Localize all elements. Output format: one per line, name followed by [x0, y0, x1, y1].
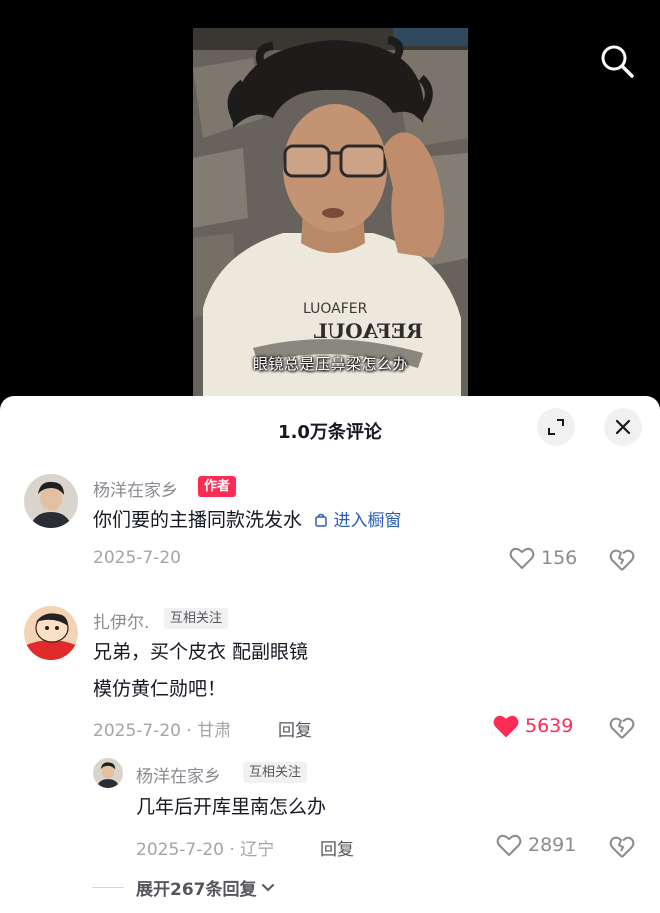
reply-button[interactable]: 回复	[320, 835, 354, 860]
expand-replies-button[interactable]: 展开267条回复	[92, 875, 275, 900]
close-icon	[615, 419, 631, 435]
search-button[interactable]	[598, 42, 636, 80]
video-player[interactable]: LUOAFER REFAOUL 眼镜总是压鼻梁怎么办	[0, 0, 660, 420]
comment-text-line-1[interactable]: 兄弟，买个皮衣 配副眼镜	[93, 635, 308, 669]
like-count: 156	[541, 547, 578, 569]
like-count: 5639	[525, 715, 574, 737]
heart-filled-icon	[493, 715, 519, 737]
mutual-follow-badge: 互相关注	[243, 762, 308, 783]
comment-username[interactable]: 杨洋在家乡	[136, 762, 221, 787]
comment-date-location: 2025-7-20 · 甘肃	[93, 721, 232, 741]
mutual-follow-badge: 互相关注	[164, 608, 229, 629]
person: LUOAFER REFAOUL	[203, 36, 461, 400]
comment-text-content: 你们要的主播同款洗发水	[93, 509, 303, 531]
close-sheet-button[interactable]	[604, 408, 642, 446]
comment-text-line-2[interactable]: 模仿黄仁勋吧！	[93, 672, 226, 706]
shop-link-label: 进入橱窗	[333, 511, 402, 531]
expand-sheet-button[interactable]	[537, 408, 575, 446]
comment-item[interactable]: 杨洋在家乡 作者 你们要的主播同款洗发水 进入橱窗 2025-7-20 156	[0, 474, 660, 584]
dislike-button[interactable]	[609, 715, 635, 741]
like-count: 2891	[528, 834, 577, 856]
shopping-bag-icon	[315, 513, 327, 527]
dislike-button[interactable]	[609, 547, 635, 573]
like-button[interactable]: 156	[509, 546, 577, 570]
video-subtitle: 眼镜总是压鼻梁怎么办	[252, 355, 408, 373]
video-frame[interactable]: LUOAFER REFAOUL 眼镜总是压鼻梁怎么办	[193, 28, 468, 400]
search-icon	[601, 45, 634, 78]
avatar[interactable]	[24, 474, 78, 528]
chevron-down-icon	[261, 883, 274, 891]
comment-item[interactable]: 扎伊尔. 互相关注 兄弟，买个皮衣 配副眼镜 模仿黄仁勋吧！ 2025-7-20…	[0, 606, 660, 746]
comment-username[interactable]: 扎伊尔.	[93, 608, 149, 633]
avatar[interactable]	[93, 758, 123, 788]
shop-window-link[interactable]: 进入橱窗	[314, 511, 401, 531]
comment-date: 2025-7-20	[93, 548, 181, 568]
author-badge: 作者	[198, 476, 237, 497]
like-button[interactable]: 2891	[496, 833, 576, 857]
broken-heart-icon	[609, 836, 635, 858]
like-button[interactable]: 5639	[493, 714, 573, 738]
comment-date-location: 2025-7-20 · 辽宁	[136, 840, 275, 860]
shirt-print-text: LUOAFER	[303, 301, 368, 317]
broken-heart-icon	[609, 549, 635, 571]
reply-item[interactable]: 杨洋在家乡 互相关注 几年后开库里南怎么办 2025-7-20 · 辽宁 回复 …	[0, 758, 660, 868]
expand-replies-label: 展开267条回复	[136, 880, 257, 900]
divider-line	[92, 887, 124, 888]
comment-text[interactable]: 你们要的主播同款洗发水 进入橱窗	[93, 503, 401, 538]
comment-sheet: 1.0万条评论 杨洋在家乡 作者 你们要的主播同款洗发水 进入橱窗 2025-7…	[0, 396, 660, 913]
broken-heart-icon	[609, 717, 635, 739]
avatar[interactable]	[24, 606, 78, 660]
comment-text[interactable]: 几年后开库里南怎么办	[136, 790, 326, 824]
dislike-button[interactable]	[609, 834, 635, 860]
heart-outline-icon	[496, 834, 522, 856]
comment-username[interactable]: 杨洋在家乡	[93, 476, 178, 501]
expand-icon	[548, 419, 564, 435]
heart-outline-icon	[509, 547, 535, 569]
reply-button[interactable]: 回复	[278, 716, 312, 741]
